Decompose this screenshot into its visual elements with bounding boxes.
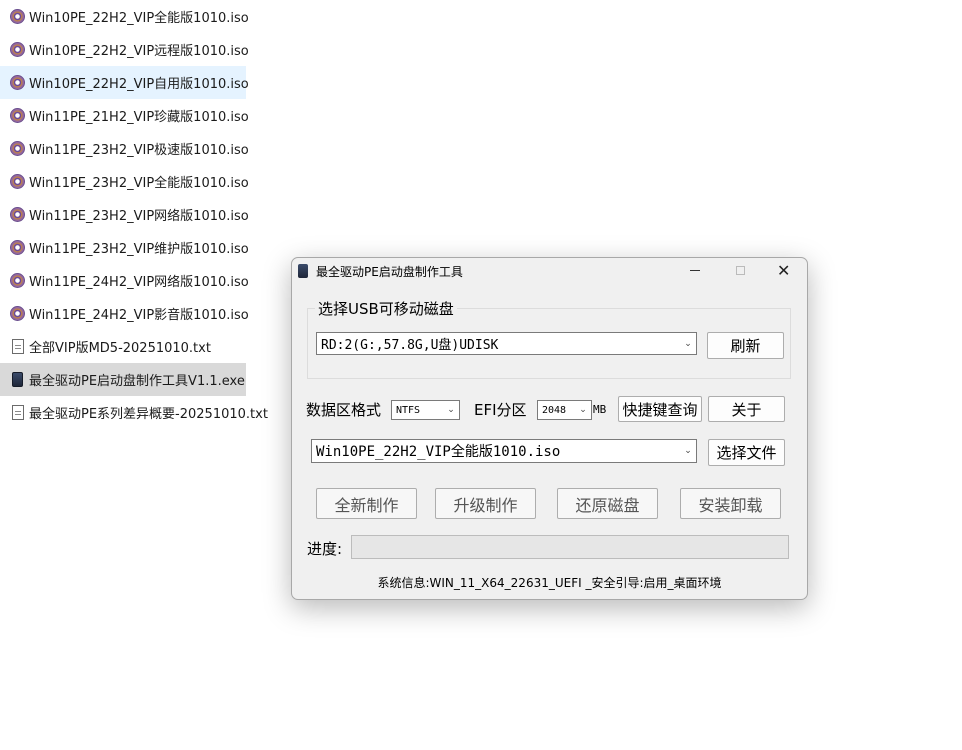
file-item[interactable]: Win10PE_22H2_VIP全能版1010.iso bbox=[0, 0, 249, 33]
file-item[interactable]: Win11PE_23H2_VIP极速版1010.iso bbox=[0, 132, 249, 165]
data-format-select[interactable]: NTFS ⌄ bbox=[391, 400, 460, 420]
file-name: Win10PE_22H2_VIP远程版1010.iso bbox=[29, 44, 249, 59]
file-name: Win11PE_24H2_VIP影音版1010.iso bbox=[29, 308, 249, 323]
minimize-button[interactable] bbox=[671, 258, 717, 284]
choose-file-button[interactable]: 选择文件 bbox=[708, 439, 785, 466]
text-file-icon bbox=[10, 338, 26, 355]
file-item[interactable]: 全部VIP版MD5-20251010.txt bbox=[0, 330, 246, 363]
minimize-icon bbox=[690, 270, 700, 271]
upgrade-make-button[interactable]: 升级制作 bbox=[435, 488, 536, 519]
chevron-down-icon: ⌄ bbox=[447, 405, 455, 415]
window-title: 最全驱动PE启动盘制作工具 bbox=[316, 265, 463, 279]
iso-file-select[interactable]: Win10PE_22H2_VIP全能版1010.iso ⌄ bbox=[311, 439, 697, 463]
file-name: Win10PE_22H2_VIP全能版1010.iso bbox=[29, 11, 249, 26]
file-name: 最全驱动PE系列差异概要-20251010.txt bbox=[29, 407, 268, 422]
file-name: 最全驱动PE启动盘制作工具V1.1.exe bbox=[29, 374, 245, 389]
chevron-down-icon: ⌄ bbox=[684, 446, 692, 456]
system-info: 系统信息:WIN_11_X64_22631_UEFI _安全引导:启用_桌面环境 bbox=[377, 576, 722, 590]
close-icon: ✕ bbox=[777, 261, 791, 280]
title-bar[interactable]: 最全驱动PE启动盘制作工具 ✕ bbox=[292, 258, 807, 284]
file-name: Win11PE_23H2_VIP网络版1010.iso bbox=[29, 209, 249, 224]
disc-icon bbox=[10, 173, 26, 190]
file-name: Win11PE_23H2_VIP维护版1010.iso bbox=[29, 242, 249, 257]
file-item[interactable]: Win11PE_21H2_VIP珍藏版1010.iso bbox=[0, 99, 249, 132]
disc-icon bbox=[10, 41, 26, 58]
disc-icon bbox=[10, 74, 26, 91]
progress-bar bbox=[351, 535, 789, 559]
file-item[interactable]: Win10PE_22H2_VIP远程版1010.iso bbox=[0, 33, 249, 66]
file-item[interactable]: Win11PE_24H2_VIP网络版1010.iso bbox=[0, 264, 249, 297]
efi-size-value: 2048 bbox=[542, 404, 567, 416]
text-file-icon bbox=[10, 404, 26, 421]
file-name: Win10PE_22H2_VIP自用版1010.iso bbox=[29, 77, 249, 92]
chevron-down-icon: ⌄ bbox=[579, 405, 587, 415]
efi-label: EFI分区 bbox=[474, 401, 527, 419]
new-make-button[interactable]: 全新制作 bbox=[316, 488, 417, 519]
file-item[interactable]: 最全驱动PE启动盘制作工具V1.1.exe bbox=[0, 363, 246, 396]
disc-icon bbox=[10, 140, 26, 157]
install-uninstall-button[interactable]: 安装卸载 bbox=[680, 488, 781, 519]
disc-icon bbox=[10, 272, 26, 289]
file-name: Win11PE_23H2_VIP极速版1010.iso bbox=[29, 143, 249, 158]
maximize-button bbox=[717, 258, 763, 284]
restore-disk-button[interactable]: 还原磁盘 bbox=[557, 488, 658, 519]
file-name: 全部VIP版MD5-20251010.txt bbox=[29, 341, 211, 356]
file-list: Win10PE_22H2_VIP全能版1010.iso Win10PE_22H2_… bbox=[0, 0, 268, 429]
disc-icon bbox=[10, 305, 26, 322]
hotkey-query-button[interactable]: 快捷键查询 bbox=[618, 396, 702, 422]
usb-disk-value: RD:2(G:,57.8G,U盘)UDISK bbox=[321, 338, 499, 353]
exe-icon bbox=[10, 371, 26, 388]
pe-tool-dialog: 最全驱动PE启动盘制作工具 ✕ 选择USB可移动磁盘 RD:2(G:,57.8G… bbox=[291, 257, 808, 600]
desktop: Win10PE_22H2_VIP全能版1010.iso Win10PE_22H2_… bbox=[0, 0, 962, 750]
data-format-label: 数据区格式 bbox=[306, 401, 382, 419]
refresh-button[interactable]: 刷新 bbox=[707, 332, 784, 359]
file-item[interactable]: Win10PE_22H2_VIP自用版1010.iso bbox=[0, 66, 249, 99]
efi-size-select[interactable]: 2048 ⌄ bbox=[537, 400, 592, 420]
data-format-value: NTFS bbox=[396, 404, 421, 416]
file-item[interactable]: Win11PE_23H2_VIP全能版1010.iso bbox=[0, 165, 249, 198]
app-icon bbox=[298, 264, 308, 278]
file-item[interactable]: Win11PE_23H2_VIP维护版1010.iso bbox=[0, 231, 249, 264]
file-item[interactable]: Win11PE_23H2_VIP网络版1010.iso bbox=[0, 198, 249, 231]
file-name: Win11PE_21H2_VIP珍藏版1010.iso bbox=[29, 110, 249, 125]
usb-group-label: 选择USB可移动磁盘 bbox=[315, 298, 457, 319]
file-name: Win11PE_23H2_VIP全能版1010.iso bbox=[29, 176, 249, 191]
efi-unit-label: MB bbox=[593, 403, 607, 416]
file-item[interactable]: 最全驱动PE系列差异概要-20251010.txt bbox=[0, 396, 268, 429]
file-name: Win11PE_24H2_VIP网络版1010.iso bbox=[29, 275, 249, 290]
maximize-icon bbox=[736, 266, 745, 275]
usb-disk-select[interactable]: RD:2(G:,57.8G,U盘)UDISK ⌄ bbox=[316, 332, 697, 355]
disc-icon bbox=[10, 239, 26, 256]
iso-file-value: Win10PE_22H2_VIP全能版1010.iso bbox=[316, 444, 561, 460]
disc-icon bbox=[10, 8, 26, 25]
disc-icon bbox=[10, 107, 26, 124]
file-item[interactable]: Win11PE_24H2_VIP影音版1010.iso bbox=[0, 297, 249, 330]
disc-icon bbox=[10, 206, 26, 223]
chevron-down-icon: ⌄ bbox=[684, 338, 692, 349]
about-button[interactable]: 关于 bbox=[708, 396, 785, 422]
close-button[interactable]: ✕ bbox=[761, 258, 807, 284]
progress-label: 进度: bbox=[307, 540, 343, 558]
